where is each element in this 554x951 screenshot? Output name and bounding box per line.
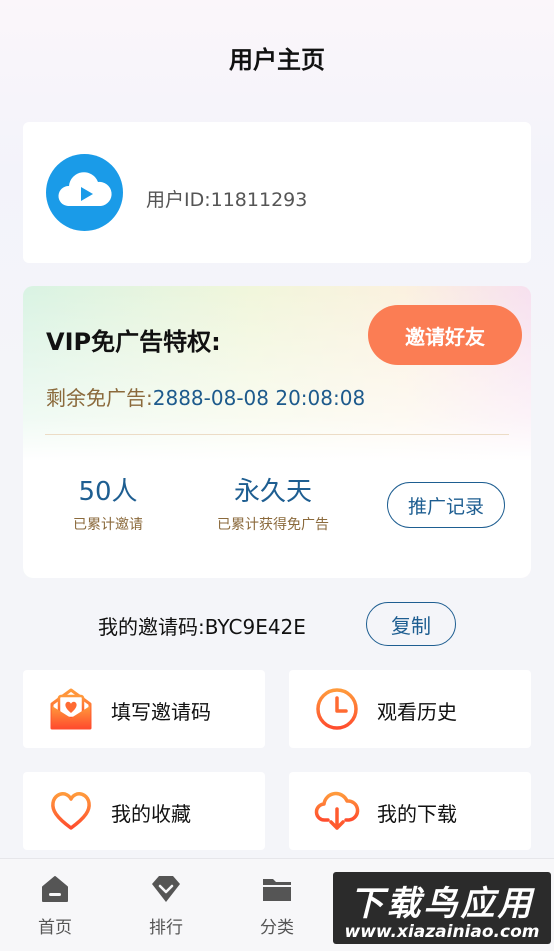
menu-my-downloads[interactable]: 我的下载 <box>289 772 531 850</box>
user-id: 用户ID:11811293 <box>146 189 308 211</box>
tab-label: 排行 <box>149 918 183 938</box>
remaining-label: 剩余免广告: <box>46 386 153 410</box>
invite-code-row: 我的邀请码:BYC9E42E 复制 <box>0 600 554 648</box>
cloud-play-icon <box>58 172 112 206</box>
menu-label: 我的收藏 <box>111 802 191 826</box>
watermark-main: 下载鸟应用 <box>349 884 535 924</box>
divider <box>45 434 509 435</box>
menu-enter-invite-code[interactable]: 填写邀请码 <box>23 670 265 748</box>
heart-icon <box>51 792 91 830</box>
vip-card: VIP免广告特权: 邀请好友 剩余免广告:2888-08-08 20:08:08… <box>23 286 531 578</box>
tab-label: 分类 <box>260 918 294 938</box>
home-icon <box>42 876 68 902</box>
clock-icon <box>316 688 358 730</box>
diamond-icon <box>152 876 180 902</box>
invited-count-label: 已累计邀请 <box>73 517 143 533</box>
vip-title: VIP免广告特权: <box>46 328 221 356</box>
menu-label: 观看历史 <box>377 700 457 724</box>
promotion-records-button[interactable]: 推广记录 <box>387 482 505 528</box>
envelope-heart-icon <box>50 688 92 730</box>
folder-icon <box>263 879 291 901</box>
avatar[interactable] <box>46 154 123 231</box>
menu-my-favorites[interactable]: 我的收藏 <box>23 772 265 850</box>
ad-free-days: 永久天 <box>233 477 312 507</box>
remaining-date: 2888-08-08 20:08:08 <box>152 386 366 410</box>
invited-count: 50人 <box>78 477 138 507</box>
profile-card[interactable]: 用户ID:11811293 <box>23 122 531 263</box>
page-title: 用户主页 <box>229 46 325 74</box>
ad-free-days-label: 已累计获得免广告 <box>217 517 329 533</box>
remaining-ad-free: 剩余免广告:2888-08-08 20:08:08 <box>46 382 365 411</box>
tab-category[interactable]: 分类 <box>232 873 322 938</box>
tab-label: 首页 <box>38 918 72 938</box>
tab-ranking[interactable]: 排行 <box>121 873 211 938</box>
invite-code-text: 我的邀请码:BYC9E42E <box>98 611 306 640</box>
menu-label: 填写邀请码 <box>111 700 211 724</box>
invite-friends-button[interactable]: 邀请好友 <box>368 305 522 365</box>
copy-button[interactable]: 复制 <box>366 602 456 646</box>
ad-free-days-stat: 永久天 已累计获得免广告 <box>203 474 343 534</box>
invited-count-stat: 50人 已累计邀请 <box>53 474 163 534</box>
tab-home[interactable]: 首页 <box>10 873 100 938</box>
cloud-download-icon <box>314 791 360 830</box>
invite-code-label: 我的邀请码: <box>98 615 205 639</box>
menu-watch-history[interactable]: 观看历史 <box>289 670 531 748</box>
invite-code-value: BYC9E42E <box>204 615 306 639</box>
menu-label: 我的下载 <box>377 802 457 826</box>
watermark-logo: 下载鸟应用 www.xiazainiao.com <box>333 872 551 944</box>
watermark-url: www.xiazainiao.com <box>344 922 540 942</box>
